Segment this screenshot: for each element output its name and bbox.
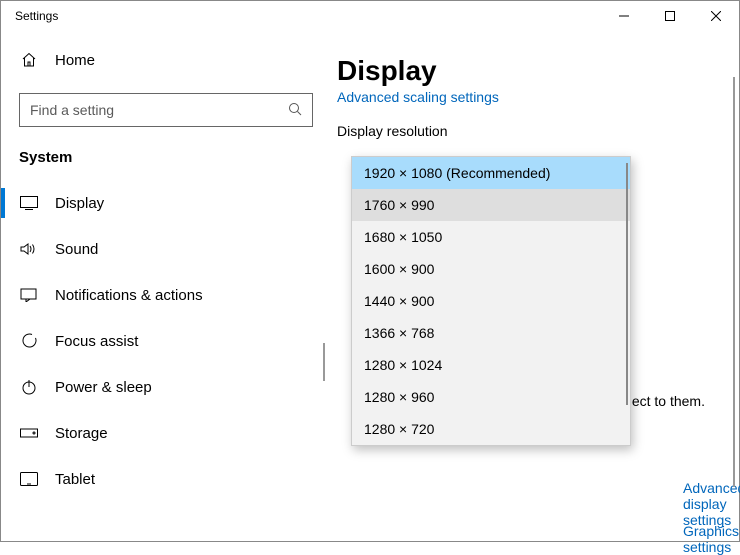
dropdown-option[interactable]: 1280 × 720 (352, 413, 630, 445)
notifications-icon (19, 288, 39, 302)
page-title: Display (337, 55, 731, 87)
maximize-button[interactable] (647, 1, 693, 31)
nav-label: Focus assist (55, 333, 138, 350)
nav-item-display[interactable]: Display (1, 180, 331, 226)
home-label: Home (55, 52, 95, 69)
dropdown-option[interactable]: 1600 × 900 (352, 253, 630, 285)
nav-item-notifications[interactable]: Notifications & actions (1, 272, 331, 318)
tablet-icon (19, 472, 39, 486)
close-button[interactable] (693, 1, 739, 31)
nav-list: Display Sound Notifications & actions Fo… (1, 180, 331, 502)
nav-item-power-sleep[interactable]: Power & sleep (1, 364, 331, 410)
category-label: System (1, 127, 331, 180)
storage-icon (19, 427, 39, 439)
window-title: Settings (15, 1, 58, 23)
search-placeholder: Find a setting (30, 102, 114, 118)
truncated-text: ect to them. (632, 393, 705, 409)
nav-item-focus-assist[interactable]: Focus assist (1, 318, 331, 364)
display-icon (19, 196, 39, 210)
dropdown-option[interactable]: 1280 × 1024 (352, 349, 630, 381)
main-scrollbar[interactable] (733, 77, 735, 487)
advanced-scaling-link[interactable]: Advanced scaling settings (337, 89, 499, 105)
resolution-label: Display resolution (337, 123, 731, 139)
home-icon (19, 52, 39, 68)
nav-item-sound[interactable]: Sound (1, 226, 331, 272)
focus-assist-icon (19, 333, 39, 349)
nav-label: Tablet (55, 471, 95, 488)
sidebar-scrollbar[interactable] (323, 343, 325, 381)
dropdown-scrollbar[interactable] (626, 163, 628, 405)
nav-label: Sound (55, 241, 98, 258)
dropdown-option[interactable]: 1440 × 900 (352, 285, 630, 317)
power-icon (19, 379, 39, 395)
nav-label: Storage (55, 425, 108, 442)
dropdown-option[interactable]: 1280 × 960 (352, 381, 630, 413)
search-icon (288, 102, 302, 119)
dropdown-option[interactable]: 1366 × 768 (352, 317, 630, 349)
dropdown-option[interactable]: 1680 × 1050 (352, 221, 630, 253)
minimize-button[interactable] (601, 1, 647, 31)
nav-label: Display (55, 195, 104, 212)
nav-item-storage[interactable]: Storage (1, 410, 331, 456)
sound-icon (19, 242, 39, 256)
nav-label: Notifications & actions (55, 287, 203, 304)
advanced-display-link[interactable]: Advanced display settings (683, 480, 740, 528)
nav-label: Power & sleep (55, 379, 152, 396)
dropdown-option[interactable]: 1920 × 1080 (Recommended) (352, 157, 630, 189)
home-button[interactable]: Home (1, 39, 331, 81)
resolution-dropdown[interactable]: 1920 × 1080 (Recommended) 1760 × 990 168… (351, 156, 631, 446)
search-input[interactable]: Find a setting (19, 93, 313, 127)
titlebar: Settings (1, 1, 739, 33)
sidebar: Home Find a setting System Display (1, 33, 331, 541)
graphics-settings-link[interactable]: Graphics settings (683, 523, 739, 555)
window-controls (601, 1, 739, 31)
nav-item-tablet[interactable]: Tablet (1, 456, 331, 502)
dropdown-option[interactable]: 1760 × 990 (352, 189, 630, 221)
